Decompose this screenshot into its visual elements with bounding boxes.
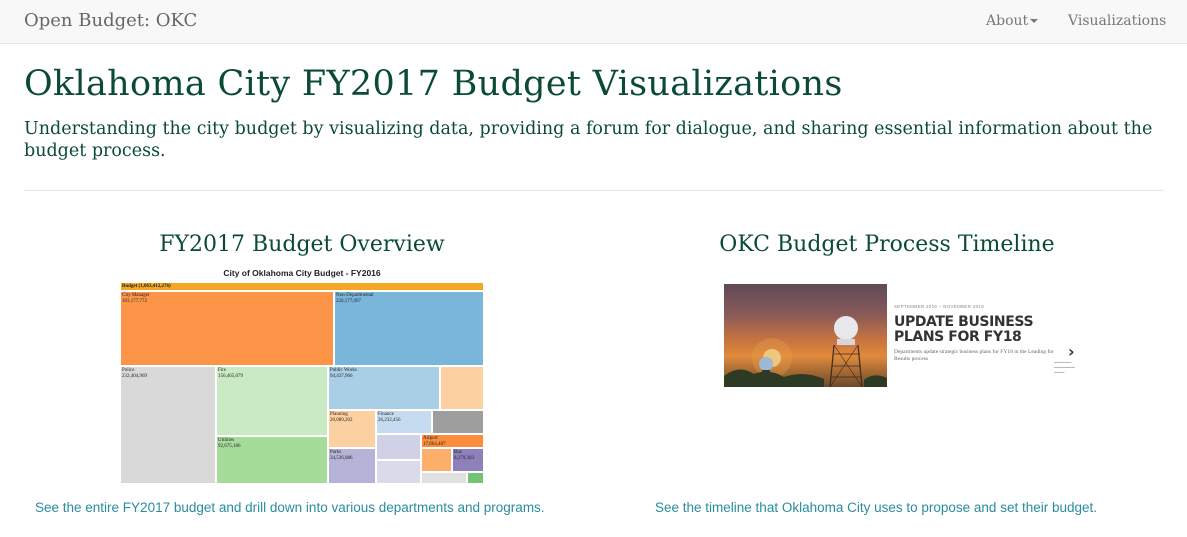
treemap-node: Non-Departmental 226,177,097: [334, 291, 484, 366]
treemap-node: Public Works 94,437,966: [328, 366, 440, 410]
timeline-thumbnail[interactable]: SEPTEMBER 2016 – NOVEMBER 2016 UPDATE BU…: [724, 284, 1084, 388]
nav-visualizations[interactable]: Visualizations: [1068, 13, 1166, 29]
slide-date: SEPTEMBER 2016 – NOVEMBER 2016: [894, 304, 985, 309]
next-slide-peek: ▬▬▬▬▬ ▬▬▬▬▬▬ ▬▬▬: [1054, 360, 1075, 374]
treemap-cell: [421, 448, 452, 472]
treemap-node: Parks 34,536,086: [328, 448, 376, 484]
budget-treemap-thumbnail[interactable]: City of Oklahoma City Budget - FY2016 Bu…: [120, 268, 484, 484]
treemap-node: Planning 20,089,202: [328, 410, 376, 448]
divider: [24, 190, 1164, 191]
treemap-cell: [376, 460, 421, 484]
treemap-node: Airport 17,864,487: [421, 434, 484, 448]
nav-about-dropdown[interactable]: About: [986, 13, 1039, 29]
sunset-radar-photo: [724, 284, 887, 387]
treemap-cell: [421, 472, 467, 484]
treemap-title: City of Oklahoma City Budget - FY2016: [223, 268, 381, 278]
slide-heading: UPDATE BUSINESS PLANS FOR FY18: [894, 314, 1034, 345]
treemap-node: City Manager 303,177,772: [120, 291, 334, 366]
timeline-slide-text: SEPTEMBER 2016 – NOVEMBER 2016 UPDATE BU…: [894, 304, 1054, 363]
treemap-cell: [376, 434, 421, 460]
page-lead: Understanding the city budget by visuali…: [24, 119, 1153, 161]
slide-description: Departments update strategic business pl…: [894, 349, 1054, 362]
treemap-root-bar: Budget (1,063,412,276): [120, 282, 484, 291]
nav-about-label: About: [986, 13, 1029, 29]
treemap-cell: [440, 366, 484, 410]
treemap-root-label: Budget (1,063,412,276): [122, 284, 171, 289]
budget-overview-link[interactable]: See the entire FY2017 budget and drill d…: [35, 500, 545, 515]
treemap-node: Fire 156,465,079: [216, 366, 328, 436]
treemap-cell: [432, 410, 484, 434]
timeline-title[interactable]: OKC Budget Process Timeline: [662, 232, 1112, 257]
brand-link[interactable]: Open Budget: OKC: [24, 10, 197, 31]
chevron-right-icon[interactable]: ›: [1068, 342, 1075, 361]
timeline-link[interactable]: See the timeline that Oklahoma City uses…: [655, 500, 1097, 515]
page-title: Oklahoma City FY2017 Budget Visualizatio…: [24, 64, 843, 104]
treemap-node: Bus 8,279,303: [452, 448, 484, 472]
treemap-node: Police 232,404,969: [120, 366, 216, 484]
navbar: Open Budget: OKC About Visualizations: [0, 0, 1187, 44]
budget-overview-title[interactable]: FY2017 Budget Overview: [102, 232, 502, 257]
caret-down-icon: [1030, 19, 1039, 23]
sunset-photo-art: [724, 316, 887, 387]
treemap-node: Finance 26,232,456: [376, 410, 432, 434]
treemap-node: Utilities 92,675,186: [216, 436, 328, 484]
treemap-cell: [467, 472, 484, 484]
